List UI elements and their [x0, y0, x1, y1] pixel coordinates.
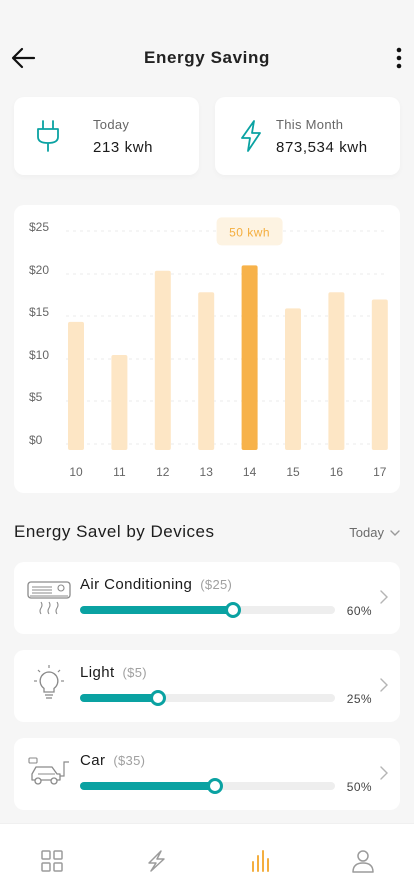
grid-icon[interactable] [39, 848, 65, 874]
bar[interactable] [371, 299, 388, 450]
bar[interactable] [111, 355, 128, 450]
y-tick-label: $10 [29, 348, 49, 362]
x-tick-label: 17 [373, 465, 387, 479]
device-card-air-conditioning[interactable]: Air Conditioning ($25) 60% [14, 562, 400, 634]
y-tick-label: $0 [29, 433, 43, 447]
bar[interactable] [198, 292, 215, 450]
lightning-icon[interactable] [143, 848, 169, 874]
device-name: Light ($5) [80, 664, 147, 681]
bar[interactable] [328, 292, 345, 450]
user-icon[interactable] [350, 848, 376, 874]
chevron-down-icon [390, 529, 400, 536]
device-card-light[interactable]: Light ($5) 25% [14, 650, 400, 722]
device-name: Car ($35) [80, 752, 145, 769]
chevron-right-icon [380, 766, 388, 780]
x-tick-label: 14 [243, 465, 257, 479]
bottom-tab-bar [0, 823, 414, 896]
x-tick-label: 11 [113, 465, 126, 479]
usage-slider-track[interactable] [80, 778, 335, 794]
y-tick-label: $20 [29, 263, 49, 277]
bar-highlighted[interactable] [241, 265, 258, 450]
period-label: Today [349, 525, 384, 540]
device-name-text: Car [80, 752, 106, 769]
page-title: Energy Saving [144, 48, 270, 67]
x-tick-label: 10 [69, 465, 83, 479]
device-cost: ($5) [122, 665, 147, 680]
x-tick-label: 12 [156, 465, 170, 479]
usage-slider-fill [80, 694, 158, 702]
month-value: 873,534 kwh [276, 139, 368, 156]
y-tick-label: $25 [29, 220, 49, 234]
device-cost: ($25) [200, 577, 233, 592]
usage-slider-track[interactable] [80, 690, 335, 706]
device-name-text: Air Conditioning [80, 576, 193, 593]
more-vertical-icon[interactable] [394, 46, 404, 70]
air-conditioner-icon [27, 581, 71, 615]
usage-slider-fill [80, 606, 233, 614]
bar[interactable] [154, 270, 171, 450]
x-tick-label: 13 [200, 465, 214, 479]
month-usage-card: This Month 873,534 kwh [215, 97, 400, 175]
period-dropdown[interactable]: Today [349, 525, 400, 540]
today-value: 213 kwh [93, 139, 154, 156]
bar[interactable] [285, 308, 301, 450]
usage-slider-knob[interactable] [225, 602, 241, 618]
lightbulb-icon [34, 665, 64, 699]
lightning-icon [241, 120, 261, 152]
top-app-bar: Energy Saving [0, 36, 414, 80]
today-usage-card: Today 213 kwh [14, 97, 199, 175]
device-card-car[interactable]: Car ($35) 50% [14, 738, 400, 810]
month-label: This Month [276, 117, 344, 132]
usage-percent: 60% [346, 604, 372, 618]
bar-chart-icon[interactable] [248, 848, 274, 874]
plug-icon [37, 120, 59, 152]
chevron-right-icon [380, 590, 388, 604]
devices-section-title: Energy Savel by Devices [14, 522, 215, 541]
chevron-right-icon [380, 678, 388, 692]
x-tick-label: 15 [286, 465, 300, 479]
usage-percent: 50% [346, 780, 372, 794]
highlight-data-label: 50 kwh [229, 225, 270, 239]
energy-chart-card: $25 $20 $15 $10 $5 $0 10 11 12 13 14 50 kwh 15 16 17 [14, 205, 400, 493]
y-tick-label: $5 [29, 390, 43, 404]
today-label: Today [93, 117, 130, 132]
usage-slider-fill [80, 782, 216, 790]
energy-bar-chart: $25 $20 $15 $10 $5 $0 10 11 12 13 14 50 kwh 15 16 17 [29, 217, 388, 479]
device-cost: ($35) [113, 753, 146, 768]
usage-slider-knob[interactable] [149, 690, 166, 706]
x-tick-label: 16 [330, 465, 344, 479]
usage-percent: 25% [346, 692, 372, 706]
bar[interactable] [68, 321, 84, 450]
y-tick-label: $15 [29, 305, 49, 319]
car-icon [28, 757, 69, 785]
usage-slider-knob[interactable] [207, 778, 224, 794]
device-name-text: Light [80, 664, 115, 681]
device-name: Air Conditioning ($25) [80, 576, 232, 593]
usage-slider-track[interactable] [80, 602, 335, 618]
